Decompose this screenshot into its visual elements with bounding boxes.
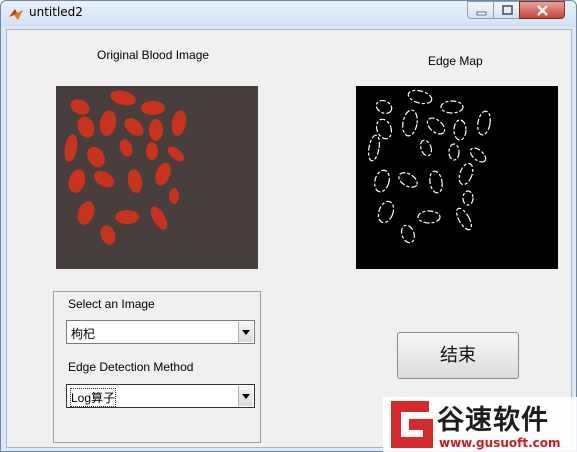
- edge-map-caption: Edge Map: [428, 54, 483, 68]
- select-image-label: Select an Image: [68, 297, 155, 311]
- image-select-dropdown-button[interactable]: [238, 322, 253, 342]
- edge-method-label: Edge Detection Method: [68, 360, 194, 374]
- original-image-caption: Original Blood Image: [97, 48, 210, 62]
- image-select-value: 枸杞: [71, 327, 96, 341]
- maximize-button[interactable]: [493, 1, 520, 19]
- edge-map-image: [356, 86, 558, 269]
- edge-method-select[interactable]: Log算子: [66, 384, 255, 408]
- dropdown-arrow-icon: [242, 330, 250, 335]
- close-button[interactable]: [519, 1, 565, 19]
- dropdown-arrow-icon: [242, 394, 250, 399]
- watermark-brand: 谷速软件: [437, 405, 549, 436]
- maximize-icon: [502, 5, 513, 15]
- window-title: untitled2: [29, 5, 83, 19]
- edge-method-dropdown-button[interactable]: [238, 386, 253, 406]
- control-panel: Select an Image 枸杞 Edge Detection Method…: [53, 291, 261, 443]
- edge-method-value: Log算子: [69, 388, 117, 407]
- matlab-icon: [9, 9, 23, 20]
- watermark-url: www.gusuoft.com: [439, 436, 561, 450]
- image-select[interactable]: 枸杞: [66, 320, 255, 344]
- figure-client-area: Original Blood Image Edge Map Select an …: [6, 29, 572, 448]
- minimize-button[interactable]: [467, 1, 494, 19]
- original-blood-image: [56, 86, 258, 269]
- close-icon: [537, 5, 548, 16]
- figure-window: untitled2 Original Blood Image Edge Map: [0, 0, 577, 452]
- minimize-icon: [476, 11, 487, 16]
- title-bar[interactable]: untitled2: [1, 1, 576, 27]
- end-button[interactable]: 结束: [397, 332, 519, 379]
